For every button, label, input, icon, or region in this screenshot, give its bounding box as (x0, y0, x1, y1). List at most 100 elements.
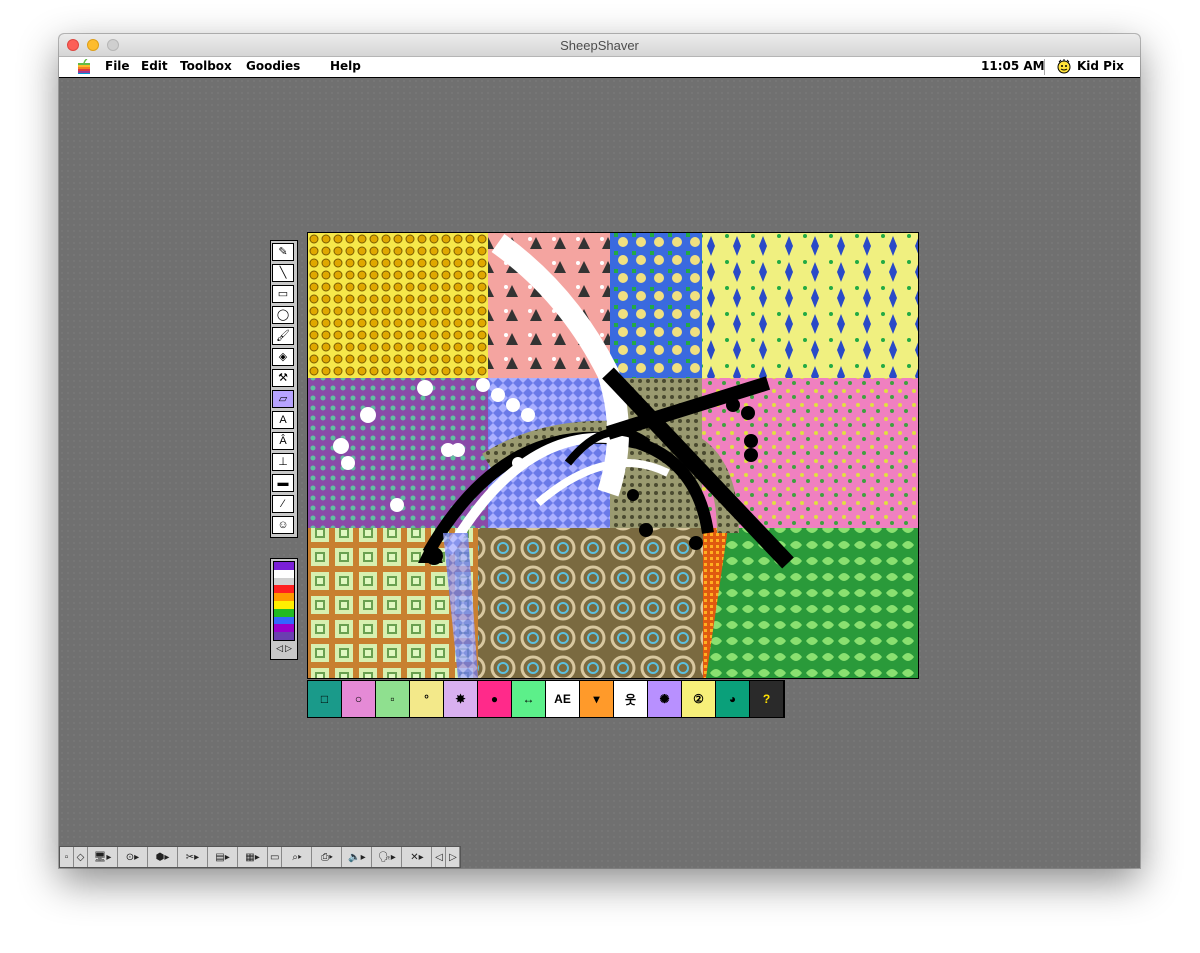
bubbles-option[interactable]: ● (478, 681, 512, 717)
control-strip-module-icon[interactable]: 🖥▸ (88, 847, 118, 867)
control-strip-module-icon[interactable]: ⬢▸ (148, 847, 178, 867)
control-strip-module-icon[interactable]: 🗣▸ (372, 847, 403, 867)
arrows-option[interactable]: ↔ (512, 681, 546, 717)
menu-toolbox[interactable]: Toolbox (180, 59, 232, 73)
tool-options-bar: □ ○ ▫ ° ✸ ● ↔ AE ▾ 웃 ✺ ② ◕? (307, 680, 785, 718)
color-swatch[interactable] (274, 600, 294, 609)
color-swatch[interactable] (274, 585, 294, 594)
drawing-canvas[interactable] (307, 232, 919, 679)
eyedropper-icon: ⁄ (282, 497, 284, 510)
color-next-arrow-icon[interactable]: ▷ (285, 643, 292, 654)
canvas-artwork (308, 233, 918, 678)
bubbles-icon: ● (490, 692, 499, 706)
line-tool[interactable]: ╲ (272, 264, 294, 282)
number-option[interactable]: ② (682, 681, 716, 717)
alphabet-stamp-icon: Â (279, 434, 287, 447)
menubar-divider (1044, 59, 1045, 75)
eraser-tool[interactable]: ▱ (272, 390, 294, 408)
control-strip-module-icon[interactable]: ◇ (74, 847, 88, 867)
eyedropper-tool[interactable]: ⁄ (272, 495, 294, 513)
window-titlebar[interactable]: SheepShaver (59, 34, 1140, 57)
electric-mixer-tool[interactable]: ⚒ (272, 369, 294, 387)
small-circle-eraser-option[interactable]: ° (410, 681, 444, 717)
letters-option[interactable]: AE (546, 681, 580, 717)
pac-man-icon: ◕ (728, 692, 737, 706)
question-icon: ? (762, 692, 771, 706)
undo-guy-icon: ☺ (277, 518, 289, 531)
undo-guy-tool[interactable]: ☺ (272, 516, 294, 534)
apple-menu-icon[interactable] (77, 59, 91, 75)
rubber-stamp-icon: ⊥ (278, 455, 288, 468)
wacky-pencil-tool[interactable]: ✎ (272, 243, 294, 261)
moving-van-tool[interactable]: ▬ (272, 474, 294, 492)
electric-mixer-icon: ⚒ (278, 371, 288, 384)
small-circle-eraser-icon: ° (424, 692, 429, 706)
menu-help[interactable]: Help (330, 59, 361, 73)
control-strip-module-icon[interactable]: ⌕▸ (282, 847, 313, 867)
window-title: SheepShaver (560, 38, 639, 53)
control-strip: ▫ ◇ 🖥▸ ⊙▸ ⬢▸ ✂▸ ▤▸ ▦▸ ▭ ⌕▸ ⎙▸ 🔈▸ 🗣▸ ✕▸ ◁ ▷ (59, 846, 462, 868)
classic-mac-menubar: File Edit Toolbox Goodies Help 11:05 AM … (59, 57, 1140, 78)
color-swatch[interactable] (274, 593, 294, 601)
control-strip-module-icon[interactable]: ▤▸ (208, 847, 238, 867)
rectangle-tool[interactable]: ▭ (272, 285, 294, 303)
drop-icon: ▾ (593, 692, 600, 706)
wacky-brush-icon: 🖌 (276, 329, 290, 342)
wacky-brush-tool[interactable]: 🖌 (272, 327, 294, 345)
control-strip-module-icon[interactable]: ▦▸ (238, 847, 268, 867)
color-swatch[interactable] (274, 624, 294, 633)
stick-figure-option[interactable]: 웃 (614, 681, 648, 717)
firecracker-option[interactable]: ✸ (444, 681, 478, 717)
black-hole-icon: ✺ (659, 692, 670, 706)
color-prev-arrow-icon[interactable]: ◁ (276, 643, 283, 654)
square-eraser-icon: □ (320, 692, 329, 706)
rubber-stamp-tool[interactable]: ⊥ (272, 453, 294, 471)
circle-eraser-icon: ○ (354, 692, 363, 706)
control-strip-module-icon[interactable]: ⊙▸ (118, 847, 148, 867)
black-hole-option[interactable]: ✺ (648, 681, 682, 717)
small-square-eraser-icon: ▫ (390, 692, 395, 706)
color-swatch[interactable] (274, 632, 294, 640)
letters-icon: AE (554, 692, 571, 706)
control-strip-module-icon[interactable]: ⎙▸ (312, 847, 343, 867)
drop-option[interactable]: ▾ (580, 681, 614, 717)
control-strip-module-icon[interactable]: ▷ (446, 847, 461, 867)
wacky-pencil-icon: ✎ (278, 245, 288, 258)
application-menu[interactable]: Kid Pix (1077, 59, 1124, 73)
pac-man-option[interactable]: ◕ (716, 681, 750, 717)
control-strip-module-icon[interactable]: ▭ (268, 847, 283, 867)
menu-goodies[interactable]: Goodies (246, 59, 300, 73)
color-swatch[interactable] (274, 562, 294, 570)
moving-van-icon: ▬ (277, 476, 289, 489)
color-scroll-arrows[interactable]: ◁ ▷ (271, 643, 297, 654)
menu-file[interactable]: File (105, 59, 130, 73)
control-strip-module-icon[interactable]: ◁ (432, 847, 447, 867)
color-swatch[interactable] (274, 608, 294, 617)
paint-bucket-tool[interactable]: ◈ (272, 348, 294, 366)
sheepshaver-window: SheepShaver File Edit Toolbox Goodies He… (59, 34, 1140, 868)
color-swatch[interactable] (274, 577, 294, 586)
color-swatches[interactable] (273, 561, 295, 641)
alphabet-stamp-tool[interactable]: Â (272, 432, 294, 450)
control-strip-module-icon[interactable]: ✕▸ (402, 847, 433, 867)
kid-pix-app-icon[interactable] (1056, 59, 1072, 75)
menubar-clock[interactable]: 11:05 AM (981, 59, 1045, 73)
eraser-icon: ▱ (278, 392, 288, 405)
control-strip-module-icon[interactable]: ✂▸ (178, 847, 208, 867)
color-swatch[interactable] (274, 569, 294, 578)
square-eraser-option[interactable]: □ (308, 681, 342, 717)
control-strip-module-icon[interactable]: ▫ (60, 847, 74, 867)
arrows-icon: ↔ (522, 692, 535, 706)
color-swatch[interactable] (274, 616, 294, 625)
control-strip-module-icon[interactable]: 🔈▸ (342, 847, 373, 867)
small-square-eraser-option[interactable]: ▫ (376, 681, 410, 717)
menu-edit[interactable]: Edit (141, 59, 168, 73)
line-icon: ╲ (279, 266, 287, 279)
paint-bucket-icon: ◈ (278, 350, 288, 363)
circle-eraser-option[interactable]: ○ (342, 681, 376, 717)
rectangle-icon: ▭ (277, 287, 289, 300)
question-option[interactable]: ? (750, 681, 784, 717)
oval-tool[interactable]: ◯ (272, 306, 294, 324)
number-icon: ② (693, 692, 704, 706)
text-tool[interactable]: A (272, 411, 294, 429)
